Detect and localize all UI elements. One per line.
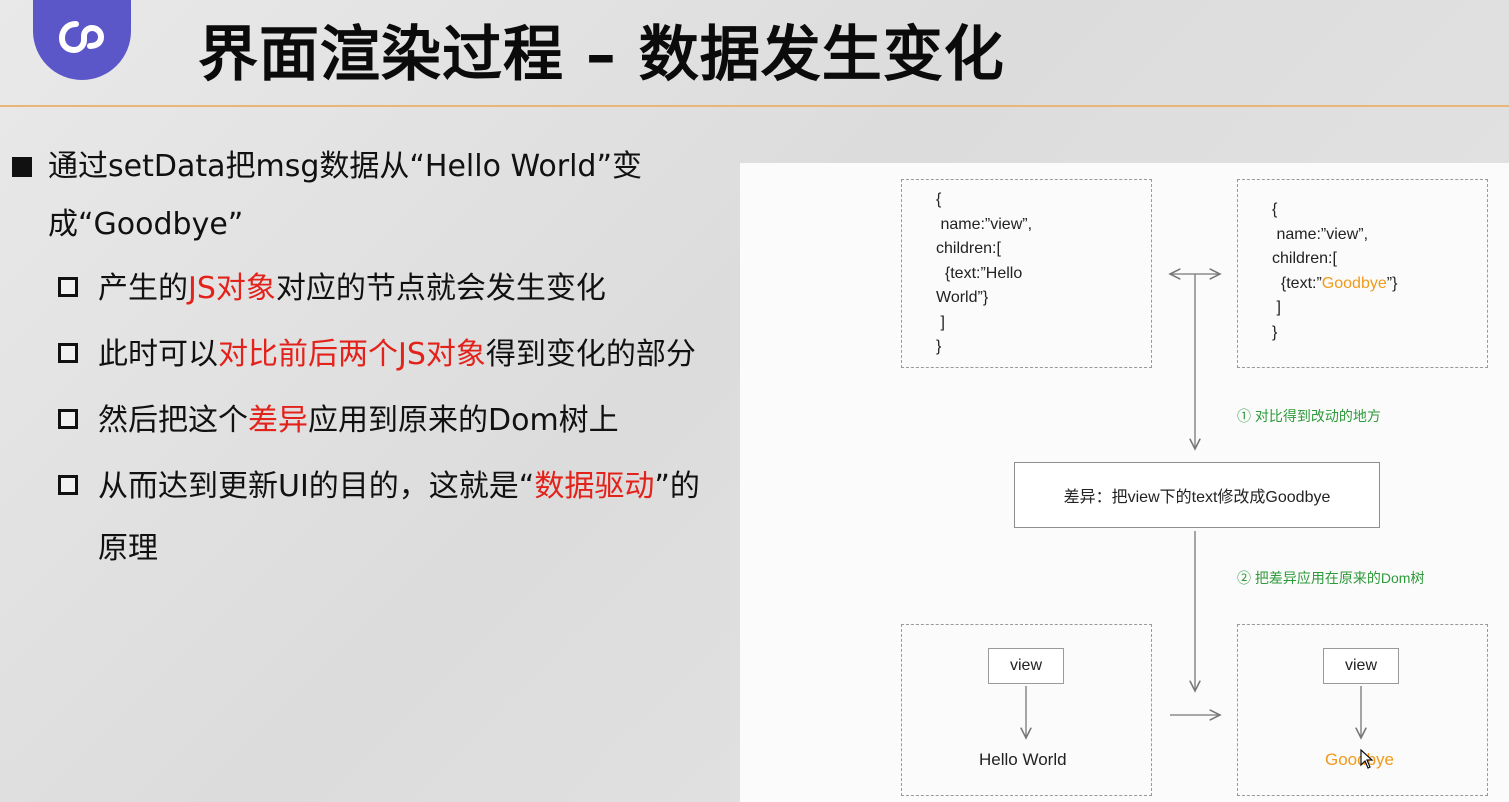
sub-bullet-2-highlight: 对比前后两个JS对象 xyxy=(218,337,486,372)
sub-bullet-2-text-end: 得到变化的部分 xyxy=(485,337,696,372)
step-1-label: ① 对比得到改动的地方 xyxy=(1237,408,1381,424)
bullet-main: 通过setData把msg数据从“Hello World”变成“Goodbye” xyxy=(12,138,727,254)
sub-bullet-1: 产生的JS对象对应的节点就会发生变化 xyxy=(58,258,727,320)
diff-box: 差异：把view下的text修改成Goodbye xyxy=(1014,462,1380,528)
sub-bullet-3-highlight: 差异 xyxy=(248,403,308,438)
hollow-square-bullet-icon xyxy=(58,475,78,495)
mini-program-logo-icon xyxy=(33,0,131,80)
sub-bullet-2: 此时可以对比前后两个JS对象得到变化的部分 xyxy=(58,324,727,386)
sub-bullet-3: 然后把这个差异应用到原来的Dom树上 xyxy=(58,390,727,452)
diff-diagram: { name:”view”, children:[ {text:”Hello W… xyxy=(740,163,1509,802)
page-title: 界面渲染过程 – 数据发生变化 xyxy=(198,20,1005,90)
sub-bullet-3-text: 然后把这个 xyxy=(98,403,248,438)
hollow-square-bullet-icon xyxy=(58,343,78,363)
mouse-cursor-icon xyxy=(1360,749,1374,769)
sub-bullet-2-text: 此时可以 xyxy=(98,337,218,372)
old-js-object-code: { name:”view”, children:[ {text:”Hello W… xyxy=(936,191,1033,355)
sub-bullet-4-highlight: 数据驱动 xyxy=(534,469,655,504)
sub-bullet-1-text-end: 对应的节点就会发生变化 xyxy=(275,271,606,306)
hollow-square-bullet-icon xyxy=(58,277,78,297)
sub-bullet-3-text-end: 应用到原来的Dom树上 xyxy=(308,403,619,438)
new-js-object-code: { name:”view”, children:[ {text:”Goodbye… xyxy=(1272,201,1398,341)
title-divider xyxy=(0,105,1509,107)
slide-header: 界面渲染过程 – 数据发生变化 xyxy=(0,0,1509,107)
bullet-main-text: 通过setData把msg数据从“Hello World”变成“Goodbye” xyxy=(48,149,643,242)
bullet-list: 通过setData把msg数据从“Hello World”变成“Goodbye”… xyxy=(12,138,727,580)
sub-bullet-4-text: 从而达到更新UI的目的，这就是“ xyxy=(98,469,535,504)
sub-bullet-4: 从而达到更新UI的目的，这就是“数据驱动”的原理 xyxy=(58,456,727,580)
new-view-node: view xyxy=(1323,648,1399,684)
sub-bullet-1-text: 产生的 xyxy=(98,271,188,306)
hollow-square-bullet-icon xyxy=(58,409,78,429)
filled-square-bullet-icon xyxy=(12,157,32,177)
old-text-node: Hello World xyxy=(979,750,1067,769)
step-2-label: ② 把差异应用在原来的Dom树 xyxy=(1237,570,1425,586)
old-view-node: view xyxy=(988,648,1064,684)
sub-bullet-1-highlight: JS对象 xyxy=(188,271,276,306)
